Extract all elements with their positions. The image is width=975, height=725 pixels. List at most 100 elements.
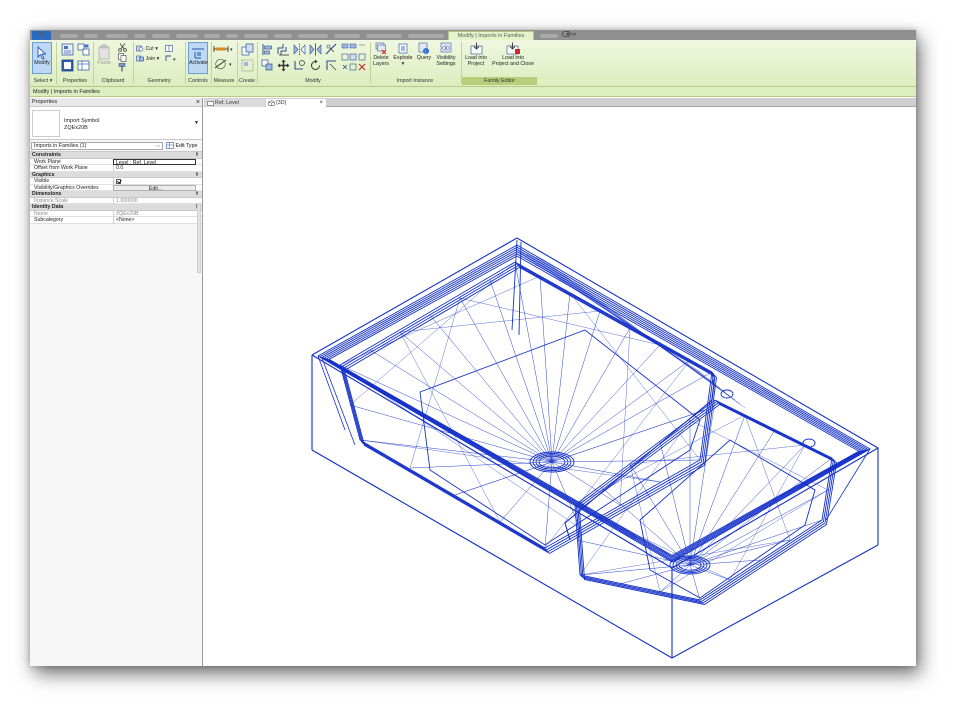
load-into-project-close-button[interactable]: Load into Project and Close [490, 42, 536, 76]
offset-button[interactable] [277, 43, 290, 56]
create-group-label: Create [239, 78, 255, 84]
view-tab-label: Ref. Level [215, 100, 239, 106]
query-info-icon: i [418, 42, 429, 54]
property-row-subcategory: Subcategory <None> [30, 217, 202, 224]
separator [56, 42, 57, 84]
create-group-icon [241, 59, 253, 72]
cursor-arrow-icon [37, 46, 47, 60]
instance-filter-row: Imports in Families (1) ⌵ Edit Type [30, 140, 202, 152]
tab-blurred-6[interactable] [172, 31, 202, 40]
tab-blurred-7[interactable] [200, 31, 224, 40]
tab-blurred-1[interactable] [56, 31, 82, 40]
tab-blurred-9[interactable] [240, 31, 272, 40]
properties-button[interactable] [60, 43, 74, 57]
family-types-button[interactable] [76, 59, 90, 73]
tab-blurred-10[interactable] [270, 31, 296, 40]
dimension-button[interactable]: ▾ [213, 58, 235, 70]
visibility-settings-label-2: Settings [436, 61, 456, 67]
view-tab-label: {3D} [276, 100, 287, 106]
3d-view-canvas[interactable] [204, 108, 916, 666]
tab-file[interactable]: File [32, 31, 51, 40]
type-thumbnail [32, 110, 60, 137]
chevron-down-icon[interactable]: ▼ [194, 120, 199, 126]
section-constraints-label: Constraints [32, 152, 61, 158]
cut-geometry-label: Cut [145, 45, 154, 52]
view-tab-3d[interactable]: {3D} × [266, 99, 326, 107]
mirror-draw-button[interactable] [309, 43, 322, 56]
import-instance-group-label: Import Instance [396, 78, 434, 84]
modify-button[interactable]: Modify [32, 42, 52, 74]
floor-plan-icon [207, 100, 214, 106]
join-geometry-label: Join [145, 55, 156, 62]
wall-joins-button[interactable]: ▾ [165, 55, 178, 65]
instance-filter-dropdown[interactable]: Imports in Families (1) ⌵ [31, 142, 163, 150]
close-icon[interactable]: × [319, 99, 323, 107]
split-element-icon [325, 43, 337, 55]
rotate-button[interactable] [309, 59, 322, 72]
controls-group-label: Controls [188, 78, 208, 84]
type-selector-name: Import Symbol ZQEx20B [64, 118, 99, 131]
mirror-pick-axis-icon [293, 43, 306, 56]
query-button[interactable]: i Query [416, 42, 432, 76]
properties-scrollbar[interactable] [197, 203, 201, 273]
property-label: Subcategory [34, 217, 64, 223]
trim-single-button[interactable] [325, 59, 338, 72]
edit-type-icon [166, 142, 174, 149]
tab-blurred-13[interactable] [362, 31, 406, 40]
join-geometry-button[interactable]: Join ▾ [136, 55, 159, 63]
explode-button[interactable]: Explode ▾ [392, 42, 414, 76]
visibility-settings-button[interactable]: Visibility Settings [433, 42, 459, 76]
create-similar-button[interactable] [240, 43, 254, 57]
load-into-project-button[interactable]: Load into Project [463, 42, 489, 76]
instance-filter-value: Imports in Families (1) [34, 143, 87, 149]
create-group-button[interactable] [240, 59, 254, 73]
load-into-project-label-2: Project [467, 61, 485, 67]
copy-button[interactable] [118, 53, 127, 62]
align-button[interactable] [261, 43, 274, 56]
split-button[interactable] [325, 43, 338, 56]
tab-blurred-4[interactable] [130, 31, 150, 40]
subcategory-dropdown[interactable]: <None> [113, 217, 196, 224]
tab-blurred-8[interactable] [222, 31, 242, 40]
type-properties-button[interactable] [76, 43, 90, 57]
trim-single-icon [326, 60, 337, 71]
trim-button[interactable] [293, 59, 306, 72]
edit-type-button[interactable]: Edit Type [166, 142, 197, 150]
activate-button[interactable]: Activate [188, 42, 208, 74]
tab-modify-imports[interactable]: Modify | Imports in Families [448, 31, 534, 40]
paste-button[interactable]: Paste [96, 42, 112, 74]
select-dropdown[interactable]: Select ▾ [30, 77, 56, 85]
measure-button[interactable]: ▾ [213, 44, 235, 54]
match-type-button[interactable] [118, 63, 127, 72]
paste-icon [98, 44, 110, 60]
close-icon[interactable]: × [196, 98, 200, 107]
properties-panel: Properties × Import Symbol ZQEx20B ▼ Imp… [30, 98, 203, 666]
type-name: ZQEx20B [64, 124, 88, 131]
tab-blurred-5[interactable] [148, 31, 174, 40]
paintbrush-icon [118, 63, 126, 72]
tab-blurred-11[interactable] [294, 31, 332, 40]
split-face-button[interactable] [165, 45, 174, 55]
type-selector[interactable]: Import Symbol ZQEx20B ▼ [30, 107, 202, 140]
visible-checkbox[interactable] [116, 178, 121, 184]
tab-options-toggle[interactable] [558, 31, 580, 40]
type-family-name: Import Symbol [64, 118, 100, 124]
mirror-axis-button[interactable] [293, 43, 306, 56]
tab-blurred-12[interactable] [330, 31, 364, 40]
view-tab-ref-level[interactable]: Ref. Level [205, 99, 265, 107]
move-button[interactable] [277, 59, 290, 72]
visibility-settings-icon [440, 42, 452, 53]
tab-blurred-3[interactable] [102, 31, 132, 40]
cut-geometry-icon [136, 45, 144, 52]
tab-blurred-14[interactable] [404, 31, 448, 40]
cut-clipboard-button[interactable] [118, 43, 127, 52]
geometry-group-label: Geometry [147, 78, 171, 84]
rotate-icon [311, 59, 320, 70]
copy-element-button[interactable] [261, 59, 274, 72]
family-category-button[interactable] [60, 59, 74, 73]
cut-geometry-button[interactable]: Cut ▾ [136, 45, 158, 53]
delete-layers-button[interactable]: Delete Layers [372, 42, 390, 76]
sink-wireframe-model[interactable] [204, 108, 916, 666]
revit-window: File Modify | Imports in Families Modify… [30, 30, 916, 666]
tab-blurred-2[interactable] [80, 31, 102, 40]
